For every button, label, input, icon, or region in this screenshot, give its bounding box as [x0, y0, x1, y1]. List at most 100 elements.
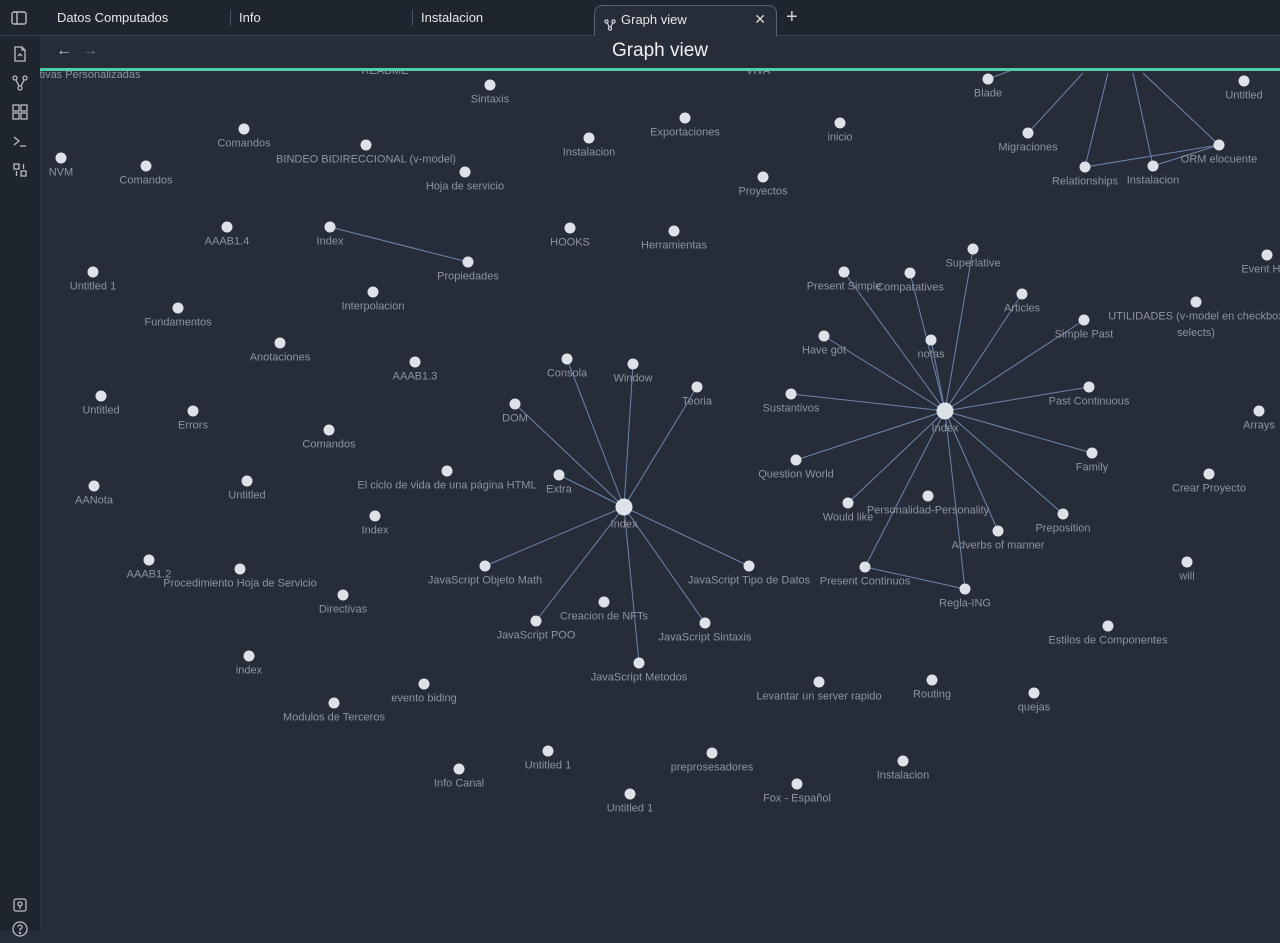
graph-node-question-world[interactable]: Question World	[758, 454, 834, 481]
graph-node-dot[interactable]	[143, 554, 155, 566]
graph-node-preposition[interactable]: Preposition	[1035, 508, 1091, 535]
graph-node-sustantivos[interactable]: Sustantivos	[763, 388, 820, 415]
graph-icon[interactable]	[11, 74, 29, 92]
graph-node-untitled-1[interactable]: Untitled 1	[525, 745, 571, 772]
graph-node-inicio[interactable]: inicio	[827, 117, 853, 144]
graph-node-dot[interactable]	[337, 589, 349, 601]
graph-node-instalacion[interactable]: Instalacion	[1127, 160, 1180, 187]
graph-node-dot[interactable]	[553, 469, 565, 481]
graph-node-dot[interactable]	[936, 402, 954, 420]
open-quick-switcher-icon[interactable]	[11, 45, 29, 63]
graph-node-untitled[interactable]: Untitled	[1225, 75, 1263, 102]
graph-node-dot[interactable]	[55, 152, 67, 164]
graph-node-comandos[interactable]: Comandos	[217, 123, 271, 150]
graph-node-dot[interactable]	[1213, 139, 1225, 151]
graph-node-dot[interactable]	[743, 560, 755, 572]
graph-node-dot[interactable]	[699, 617, 711, 629]
graph-node-javascript-metodos[interactable]: JavaScript Metodos	[591, 657, 688, 684]
graph-node-dot[interactable]	[172, 302, 184, 314]
graph-node-dot[interactable]	[87, 266, 99, 278]
graph-node-index[interactable]: index	[236, 650, 263, 677]
graph-node-past-continuous[interactable]: Past Continuous	[1049, 381, 1130, 408]
graph-svg[interactable]: tivas Personalizadas README Sintaxis Comand…	[40, 71, 1280, 931]
graph-node-preprosesadores[interactable]: preprosesadores	[671, 747, 754, 774]
graph-node-dot[interactable]	[367, 286, 379, 298]
graph-node-dot[interactable]	[598, 596, 610, 608]
graph-node-dot[interactable]	[409, 356, 421, 368]
canvas-icon[interactable]	[11, 103, 29, 121]
graph-node-dot[interactable]	[274, 337, 286, 349]
graph-node-directivas[interactable]: Directivas	[319, 589, 368, 616]
graph-node-fundamentos[interactable]: Fundamentos	[144, 302, 212, 329]
graph-node-dot[interactable]	[627, 358, 639, 370]
graph-node-dot[interactable]	[615, 498, 633, 516]
graph-node-dot[interactable]	[791, 778, 803, 790]
graph-node-dot[interactable]	[324, 221, 336, 233]
graph-node-dot[interactable]	[1261, 249, 1273, 261]
tab-datos-computados[interactable]: Datos Computados	[45, 0, 225, 36]
graph-node-dot[interactable]	[453, 763, 465, 775]
graph-node-dot[interactable]	[238, 123, 250, 135]
graph-node-dot[interactable]	[982, 73, 994, 85]
graph-node-javascript-objeto-math[interactable]: JavaScript Objeto Math	[428, 560, 542, 587]
graph-node-superlative[interactable]: Superlative	[945, 243, 1001, 270]
graph-node-dot[interactable]	[323, 424, 335, 436]
graph-node-dot[interactable]	[813, 676, 825, 688]
graph-node-index[interactable]: Index	[611, 498, 638, 531]
graph-node-comandos[interactable]: Comandos	[119, 160, 173, 187]
graph-node-dot[interactable]	[1086, 447, 1098, 459]
graph-node-dot[interactable]	[459, 166, 471, 178]
graph-node-evento-biding[interactable]: evento biding	[391, 678, 457, 705]
tab-graph-view[interactable]: Graph view ✕	[594, 5, 777, 36]
graph-node-dot[interactable]	[757, 171, 769, 183]
graph-node-selects[interactable]: selects)	[1177, 327, 1215, 339]
graph-node-dot[interactable]	[818, 330, 830, 342]
graph-node-dot[interactable]	[462, 256, 474, 268]
graph-node-index[interactable]: Index	[317, 221, 344, 248]
graph-node-dot[interactable]	[241, 475, 253, 487]
graph-node-dot[interactable]	[418, 678, 430, 690]
graph-node-interpolacion[interactable]: Interpolacion	[342, 286, 405, 313]
graph-node-dot[interactable]	[1102, 620, 1114, 632]
graph-node-dot[interactable]	[1022, 127, 1034, 139]
close-icon[interactable]: ✕	[754, 6, 766, 33]
graph-node-routing[interactable]: Routing	[913, 674, 951, 701]
graph-node-dot[interactable]	[1147, 160, 1159, 172]
graph-node-readme[interactable]: README	[361, 71, 408, 77]
graph-node-herramientas[interactable]: Herramientas	[641, 225, 708, 252]
graph-node-exportaciones[interactable]: Exportaciones	[650, 112, 720, 139]
graph-node-bindeo-bidireccional-v-model[interactable]: BINDEO BIDIRECCIONAL (v-model)	[276, 139, 456, 166]
graph-node-aaab1-3[interactable]: AAAB1.3	[393, 356, 438, 383]
graph-node-hooks[interactable]: HOOKS	[550, 222, 590, 249]
graph-node-dot[interactable]	[542, 745, 554, 757]
graph-node-comparatives[interactable]: Comparatives	[876, 267, 944, 294]
graph-node-quejas[interactable]: quejas	[1018, 687, 1051, 714]
graph-node-dot[interactable]	[479, 560, 491, 572]
graph-node-dot[interactable]	[834, 117, 846, 129]
graph-node-dot[interactable]	[441, 465, 453, 477]
graph-node-dot[interactable]	[221, 221, 233, 233]
graph-node-articles[interactable]: Articles	[1004, 288, 1041, 315]
graph-node-dot[interactable]	[484, 79, 496, 91]
tab-info[interactable]: Info	[227, 0, 407, 36]
plus-icon[interactable]: +	[786, 6, 798, 28]
graph-node-consola[interactable]: Consola	[547, 353, 588, 380]
graph-node-index[interactable]: Index	[932, 402, 959, 435]
help-icon[interactable]	[11, 920, 29, 938]
graph-node-personalidad-personality[interactable]: Personalidad-Personality	[867, 490, 990, 517]
graph-node-untitled[interactable]: Untitled	[82, 390, 120, 417]
graph-node-dot[interactable]	[1083, 381, 1095, 393]
graph-node-javascript-tipo-de-datos[interactable]: JavaScript Tipo de Datos	[688, 560, 811, 587]
graph-node-dot[interactable]	[1057, 508, 1069, 520]
graph-node-dot[interactable]	[959, 583, 971, 595]
graph-node-migraciones[interactable]: Migraciones	[998, 127, 1058, 154]
graph-node-dot[interactable]	[992, 525, 1004, 537]
graph-node-dot[interactable]	[328, 697, 340, 709]
graph-node-have-got[interactable]: Have got	[802, 330, 846, 357]
graph-node-arrays[interactable]: Arrays	[1243, 405, 1275, 432]
graph-node-info-canal[interactable]: Info Canal	[434, 763, 484, 790]
graph-node-dot[interactable]	[925, 334, 937, 346]
graph-node-notas[interactable]: notas	[918, 334, 945, 361]
graph-node-propiedades[interactable]: Propiedades	[437, 256, 499, 283]
graph-node-dot[interactable]	[1079, 161, 1091, 173]
